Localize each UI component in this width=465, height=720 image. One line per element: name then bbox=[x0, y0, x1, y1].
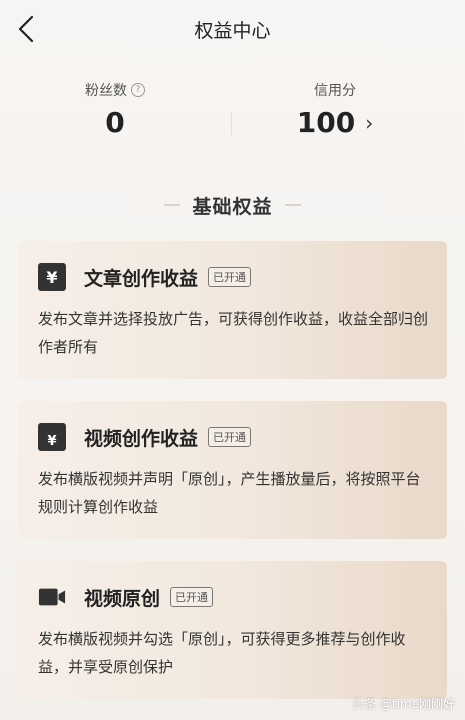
page-title: 权益中心 bbox=[194, 20, 271, 42]
status-badge: 已开通 bbox=[208, 267, 252, 287]
benefit-card-video-original[interactable]: 视频原创 已开通 发布横版视频并勾选「原创」，可获得更多推荐与创作收益，并享受原… bbox=[18, 561, 447, 699]
card-description: 发布横版视频并声明「原创」，产生播放量后，将按照平台规则计算创作收益 bbox=[38, 470, 421, 516]
status-badge: 已开通 bbox=[170, 587, 214, 607]
card-title: 文章创作收益 bbox=[84, 267, 199, 290]
fans-value: 0 bbox=[105, 106, 125, 139]
watermark-text: 头条 @time刚刚好 bbox=[352, 697, 455, 711]
credit-label: 信用分 bbox=[314, 83, 356, 99]
benefit-card-article[interactable]: ¥ 文章创作收益 已开通 发布文章并选择投放广告，可获得创作收益，收益全部归创作… bbox=[18, 241, 447, 379]
benefit-card-video-income[interactable]: ¥ 视频创作收益 已开通 发布横版视频并声明「原创」，产生播放量后，将按照平台规… bbox=[18, 401, 447, 539]
stats-panel: 粉丝数 ? 0 信用分 100 › bbox=[0, 70, 465, 150]
card-title: 视频原创 bbox=[84, 587, 161, 610]
credit-value: 100 bbox=[296, 106, 356, 139]
watermark: 头条 @time刚刚好 bbox=[352, 695, 455, 712]
card-description: 发布横版视频并勾选「原创」，可获得更多推荐与创作收益，并享受原创保护 bbox=[38, 630, 406, 676]
card-description: 发布文章并选择投放广告，可获得创作收益，收益全部归创作者所有 bbox=[38, 310, 429, 356]
video-camera-icon bbox=[38, 583, 66, 611]
chevron-right-icon[interactable]: › bbox=[365, 111, 373, 135]
section-title: 基础权益 bbox=[192, 195, 273, 218]
tv-icon: ¥ bbox=[38, 423, 66, 451]
svg-text:¥: ¥ bbox=[47, 434, 56, 449]
card-title: 视频创作收益 bbox=[84, 427, 199, 450]
top-bar: 权益中心 bbox=[0, 0, 465, 58]
section-header: 基础权益 bbox=[0, 190, 465, 220]
credit-stat[interactable]: 信用分 100 › bbox=[255, 80, 415, 139]
help-icon[interactable]: ? bbox=[131, 83, 145, 97]
status-badge: 已开通 bbox=[208, 427, 252, 447]
section-line-left bbox=[164, 204, 181, 206]
fans-stat: 粉丝数 ? 0 bbox=[35, 80, 195, 139]
yen-icon: ¥ bbox=[38, 263, 66, 291]
section-line-right bbox=[284, 204, 301, 206]
stats-divider bbox=[231, 112, 232, 136]
fans-label: 粉丝数 bbox=[85, 83, 127, 99]
